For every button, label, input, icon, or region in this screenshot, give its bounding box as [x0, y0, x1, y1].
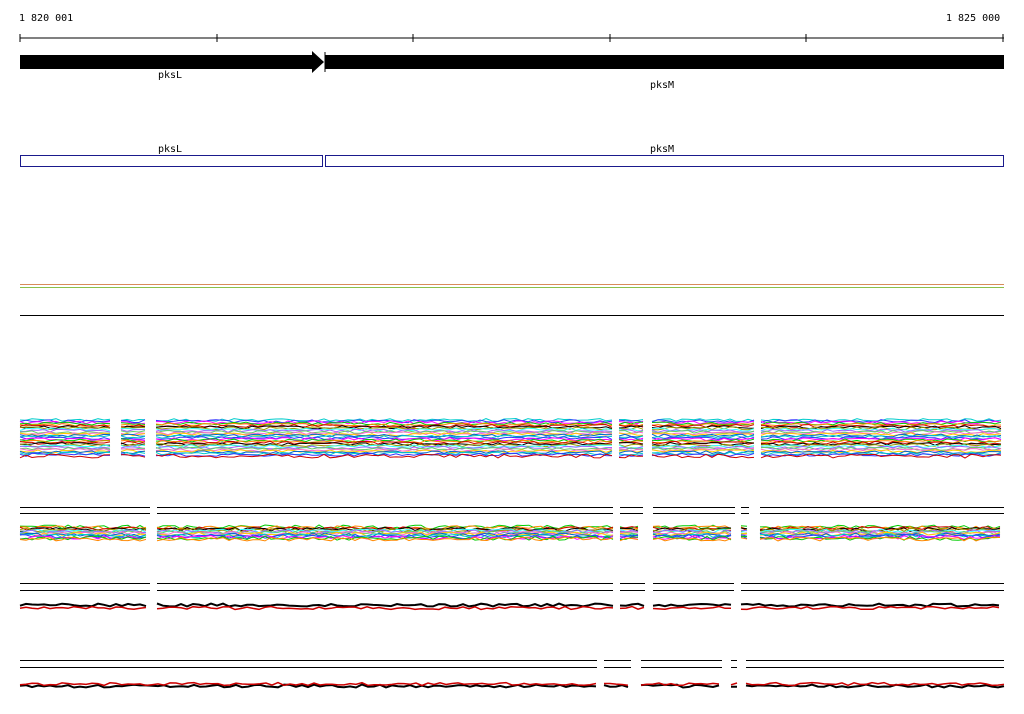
forward-strand-trace: [156, 602, 614, 608]
coordinate-ruler: [19, 34, 1004, 42]
reverse-strand-trace: [604, 682, 629, 686]
reverse-strand-trace: [19, 605, 147, 610]
gene-bar-pksm[interactable]: [325, 55, 1004, 69]
reverse-strand-trace: [619, 605, 645, 610]
cds-box-pksl[interactable]: [20, 155, 323, 167]
reverse-strand-trace: [19, 681, 597, 687]
reverse-strand-trace: [730, 682, 738, 686]
annotation-lines: [20, 284, 1004, 316]
coverage-trace: [120, 426, 146, 429]
coverage-tracks: [19, 417, 1005, 689]
forward-strand-trace: [619, 602, 645, 607]
reverse-strand-trace: [156, 605, 614, 611]
reverse-strand-trace: [745, 681, 1005, 687]
coverage-trace: [19, 418, 111, 422]
coverage-trace: [619, 537, 639, 542]
forward-strand-trace: [19, 602, 147, 608]
coverage-trace: [740, 525, 748, 527]
cds-box-pksm[interactable]: [325, 155, 1004, 167]
cds-track: [20, 155, 1004, 167]
coverage-trace: [740, 529, 748, 532]
coverage-trace: [740, 527, 748, 530]
forward-strand-trace: [740, 602, 1000, 608]
gene-track: [20, 51, 1004, 73]
genome-tracks-canvas: [19, 34, 1005, 689]
gene-arrow-pksl[interactable]: [20, 51, 324, 73]
